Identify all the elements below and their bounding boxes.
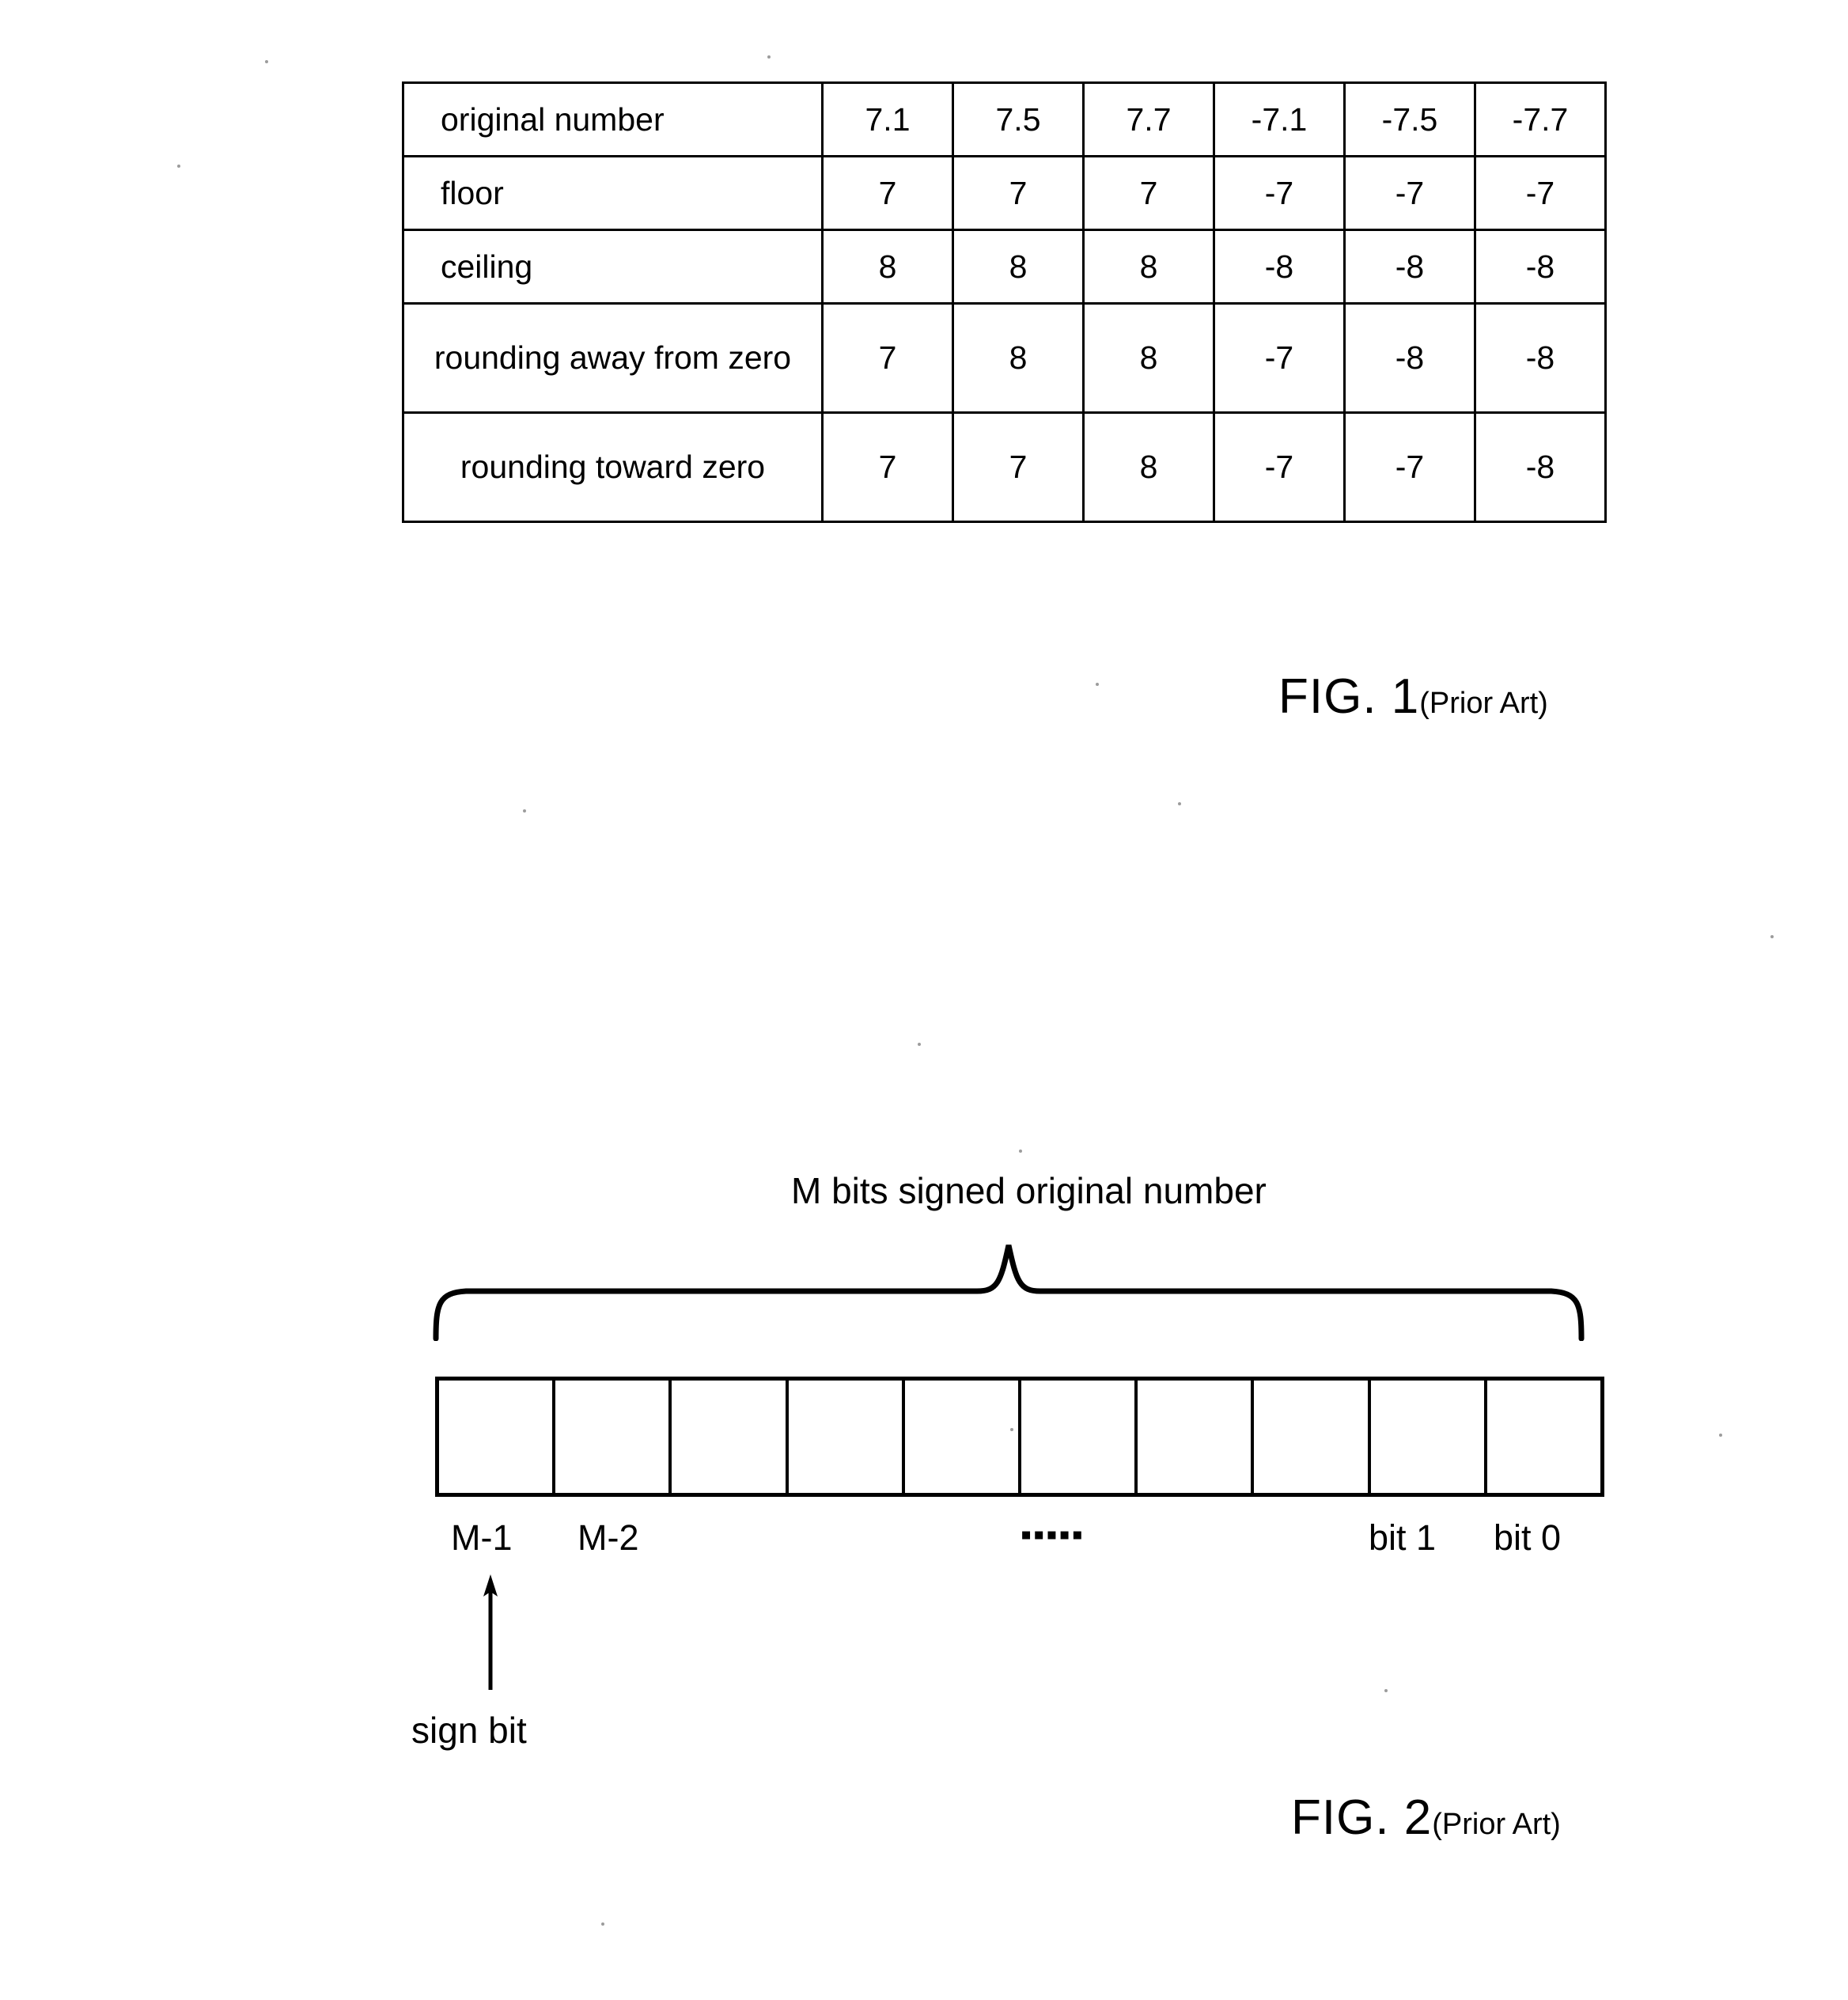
table-cell: 7.1 [821, 81, 954, 157]
table-cell: 7 [821, 411, 954, 523]
bit-cell[interactable] [672, 1381, 789, 1493]
scan-speckle [265, 60, 268, 63]
table-cell: -8 [1474, 229, 1607, 305]
table-cell: 8 [821, 229, 954, 305]
curly-brace-icon [433, 1244, 1585, 1341]
bit-cell[interactable] [789, 1381, 905, 1493]
table-cell: 8 [1082, 302, 1215, 414]
table-cell: -7 [1343, 155, 1476, 231]
table-cell: 8 [1082, 229, 1215, 305]
table-row: original number 7.1 7.5 7.7 -7.1 -7.5 -7… [402, 81, 1607, 157]
scan-speckle [1719, 1434, 1722, 1437]
rounding-comparison-table: original number 7.1 7.5 7.7 -7.1 -7.5 -7… [402, 81, 1607, 523]
bit-cell[interactable] [1254, 1381, 1371, 1493]
bit-label-ellipsis: ▪▪▪▪▪ [1021, 1517, 1085, 1552]
table-cell: -7 [1474, 155, 1607, 231]
bit-cell[interactable] [555, 1381, 672, 1493]
row-label-rounding-toward-zero: rounding toward zero [402, 411, 824, 523]
bit-field-array [435, 1377, 1604, 1497]
bit-label-bit-1: bit 1 [1369, 1517, 1437, 1558]
bit-label-msb: M-1 [451, 1517, 513, 1558]
scan-speckle [523, 809, 526, 812]
figure-2-title: M bits signed original number [791, 1170, 1267, 1211]
table-cell: -8 [1474, 411, 1607, 523]
figure-2-caption-sub: (Prior Art) [1432, 1808, 1561, 1841]
table-row: rounding toward zero 7 7 8 -7 -7 -8 [402, 411, 1607, 523]
scan-speckle [1770, 935, 1774, 938]
table-cell: -7.1 [1213, 81, 1346, 157]
row-label-rounding-away-from-zero: rounding away from zero [402, 302, 824, 414]
table-cell: -8 [1474, 302, 1607, 414]
bit-cell[interactable] [439, 1381, 556, 1493]
scan-speckle [1096, 683, 1099, 686]
bit-cell[interactable] [905, 1381, 1022, 1493]
table-cell: -7 [1343, 411, 1476, 523]
bit-cell[interactable] [1487, 1381, 1600, 1493]
table-cell: 7 [952, 411, 1085, 523]
table-cell: -7 [1213, 411, 1346, 523]
figure-1-caption-sub: (Prior Art) [1419, 687, 1548, 720]
table-cell: -8 [1343, 229, 1476, 305]
bit-cell[interactable] [1371, 1381, 1487, 1493]
table-cell: 7.5 [952, 81, 1085, 157]
figure-1-caption: FIG. 1(Prior Art) [1278, 669, 1548, 725]
table-cell: 8 [952, 302, 1085, 414]
sign-bit-label: sign bit [411, 1710, 527, 1751]
scan-speckle [1384, 1689, 1388, 1692]
row-label-floor: floor [402, 155, 824, 231]
table-cell: -7 [1213, 155, 1346, 231]
row-label-ceiling: ceiling [402, 229, 824, 305]
scan-speckle [1178, 802, 1181, 805]
table-cell: 7 [821, 155, 954, 231]
bit-label-msb-minus-1: M-2 [578, 1517, 639, 1558]
scan-speckle [601, 1922, 604, 1926]
table-row: rounding away from zero 7 8 8 -7 -8 -8 [402, 302, 1607, 414]
table-cell: -8 [1213, 229, 1346, 305]
scan-speckle [1019, 1150, 1022, 1153]
table-cell: 8 [952, 229, 1085, 305]
table-cell: 8 [1082, 411, 1215, 523]
bit-cell[interactable] [1021, 1381, 1138, 1493]
table-cell: 7 [1082, 155, 1215, 231]
table-row: floor 7 7 7 -7 -7 -7 [402, 155, 1607, 231]
figure-2-caption-main: FIG. 2 [1291, 1790, 1433, 1845]
figure-1-caption-main: FIG. 1 [1278, 669, 1420, 724]
table-cell: -7 [1213, 302, 1346, 414]
bit-cell[interactable] [1138, 1381, 1255, 1493]
table-cell: -8 [1343, 302, 1476, 414]
scan-speckle [767, 55, 771, 59]
table-cell: 7.7 [1082, 81, 1215, 157]
figure-2-caption: FIG. 2(Prior Art) [1291, 1790, 1561, 1846]
table-cell: -7.5 [1343, 81, 1476, 157]
table-cell: 7 [952, 155, 1085, 231]
table-cell: 7 [821, 302, 954, 414]
table-cell: -7.7 [1474, 81, 1607, 157]
row-label-original-number: original number [402, 81, 824, 157]
table-row: ceiling 8 8 8 -8 -8 -8 [402, 229, 1607, 305]
sign-bit-arrow-icon [483, 1574, 498, 1690]
scan-speckle [1010, 1428, 1013, 1431]
scan-speckle [918, 1043, 921, 1046]
scan-speckle [177, 165, 180, 168]
bit-label-bit-0: bit 0 [1494, 1517, 1562, 1558]
